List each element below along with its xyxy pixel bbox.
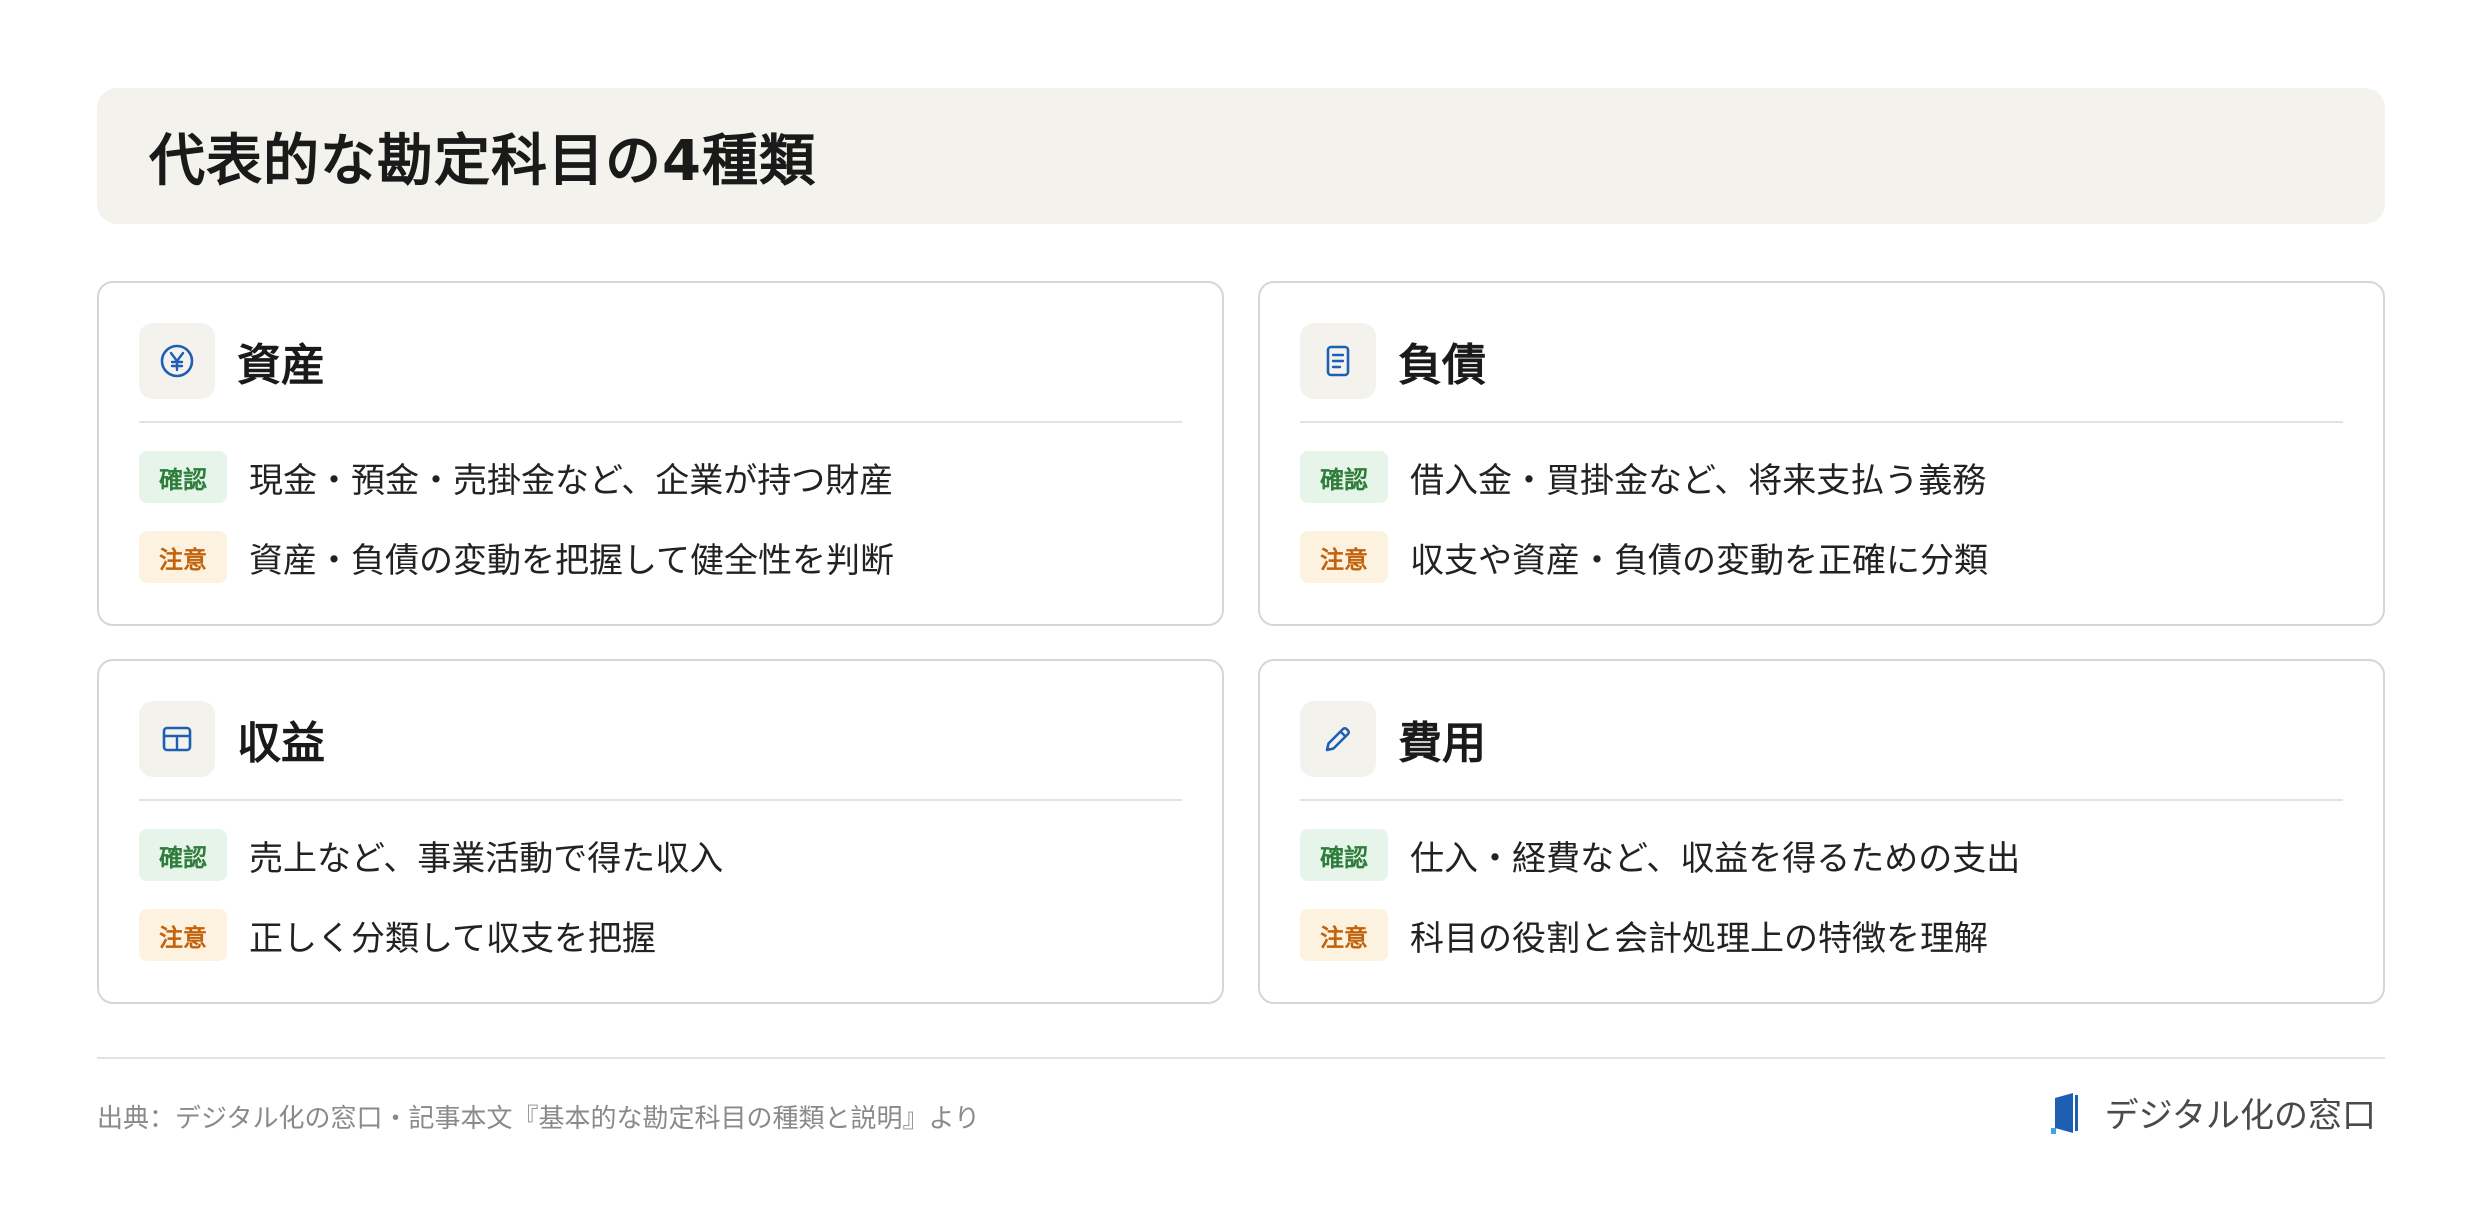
item-text: 仕入・経費など、収益を得るための支出	[1410, 838, 2021, 879]
card-expenses: 費用 確認 仕入・経費など、収益を得るための支出 注意 科目の役割と会計処理上の…	[1258, 659, 2385, 1004]
list-item: 注意 正しく分類して収支を把握	[139, 909, 1182, 961]
confirm-badge: 確認	[1300, 451, 1388, 503]
list-item: 注意 資産・負債の変動を把握して健全性を判断	[139, 531, 1182, 583]
divider	[139, 799, 1182, 801]
yen-circle-icon	[139, 323, 215, 399]
footer-divider	[97, 1057, 2385, 1059]
brand-logo[interactable]: デジタル化の窓口	[2050, 1088, 2376, 1137]
card-revenue: 収益 確認 売上など、事業活動で得た収入 注意 正しく分類して収支を把握	[97, 659, 1224, 1004]
source-citation: 出典：デジタル化の窓口・記事本文『基本的な勘定科目の種類と説明』より	[97, 1104, 980, 1134]
item-text: 資産・負債の変動を把握して健全性を判断	[249, 540, 894, 581]
window-logo-icon	[2050, 1092, 2078, 1134]
divider	[139, 421, 1182, 423]
card-header: 費用	[1300, 701, 2343, 777]
list-item: 注意 科目の役割と会計処理上の特徴を理解	[1300, 909, 2343, 961]
document-icon	[1300, 323, 1376, 399]
caution-badge: 注意	[139, 531, 227, 583]
item-text: 借入金・買掛金など、将来支払う義務	[1410, 460, 1987, 501]
list-item: 確認 借入金・買掛金など、将来支払う義務	[1300, 451, 2343, 503]
list-item: 確認 売上など、事業活動で得た収入	[139, 829, 1182, 881]
card-title: 負債	[1398, 340, 1486, 391]
card-grid: 資産 確認 現金・預金・売掛金など、企業が持つ財産 注意 資産・負債の変動を把握…	[97, 281, 2385, 1004]
brand-name: デジタル化の窓口	[2104, 1096, 2376, 1136]
card-header: 収益	[139, 701, 1182, 777]
card-title: 費用	[1398, 718, 1486, 769]
card-liabilities: 負債 確認 借入金・買掛金など、将来支払う義務 注意 収支や資産・負債の変動を正…	[1258, 281, 2385, 626]
card-header: 資産	[139, 323, 1182, 399]
divider	[1300, 421, 2343, 423]
caution-badge: 注意	[139, 909, 227, 961]
item-text: 現金・預金・売掛金など、企業が持つ財産	[249, 460, 894, 501]
caution-badge: 注意	[1300, 909, 1388, 961]
card-assets: 資産 確認 現金・預金・売掛金など、企業が持つ財産 注意 資産・負債の変動を把握…	[97, 281, 1224, 626]
item-text: 売上など、事業活動で得た収入	[249, 838, 724, 879]
card-header: 負債	[1300, 323, 2343, 399]
page-title: 代表的な勘定科目の4種類	[149, 128, 816, 194]
card-title: 資産	[237, 340, 325, 391]
list-item: 確認 仕入・経費など、収益を得るための支出	[1300, 829, 2343, 881]
caution-badge: 注意	[1300, 531, 1388, 583]
pencil-icon	[1300, 701, 1376, 777]
list-item: 注意 収支や資産・負債の変動を正確に分類	[1300, 531, 2343, 583]
confirm-badge: 確認	[139, 829, 227, 881]
confirm-badge: 確認	[139, 451, 227, 503]
table-icon	[139, 701, 215, 777]
item-text: 科目の役割と会計処理上の特徴を理解	[1410, 918, 1988, 959]
confirm-badge: 確認	[1300, 829, 1388, 881]
title-bar: 代表的な勘定科目の4種類	[97, 88, 2385, 224]
list-item: 確認 現金・預金・売掛金など、企業が持つ財産	[139, 451, 1182, 503]
divider	[1300, 799, 2343, 801]
item-text: 正しく分類して収支を把握	[249, 918, 656, 959]
card-title: 収益	[237, 718, 325, 769]
item-text: 収支や資産・負債の変動を正確に分類	[1410, 540, 1988, 581]
page: 代表的な勘定科目の4種類 資産 確認 現金・預金・売掛金など、企業が持つ財産 注…	[97, 88, 2385, 1004]
